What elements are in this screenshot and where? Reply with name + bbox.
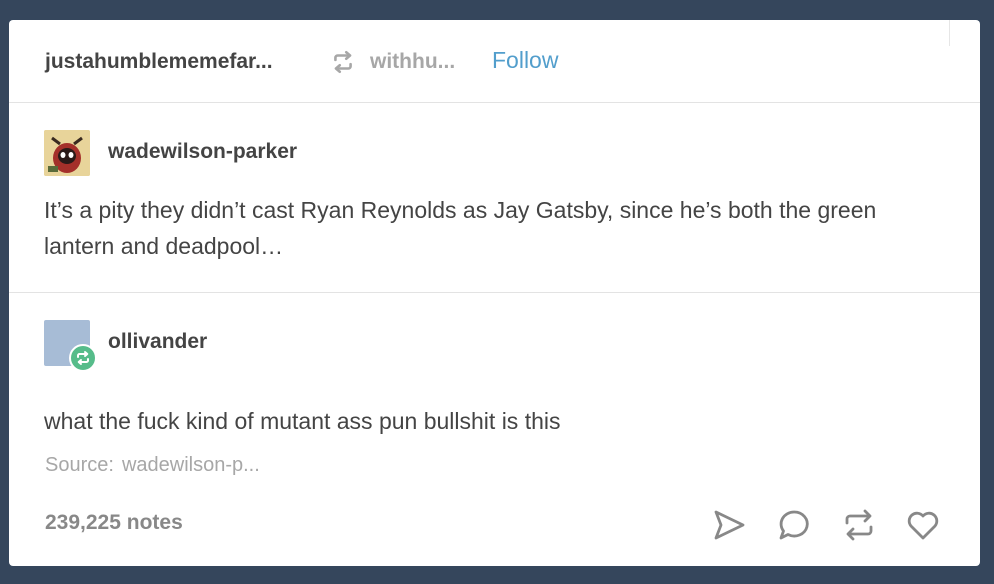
trail-username[interactable]: ollivander (108, 330, 207, 354)
source-link[interactable]: wadewilson-p... (122, 454, 260, 476)
source-line: Source: wadewilson-p... (45, 454, 260, 477)
reblog-icon (334, 50, 352, 74)
blog-name-link[interactable]: justahumblememefar... (45, 50, 273, 74)
reblogged-from-link[interactable]: withhu... (370, 50, 455, 74)
reblog-badge-icon (69, 344, 97, 372)
post-header: justahumblememefar... withhu... Follow (9, 20, 980, 103)
reblog-icon[interactable] (841, 507, 877, 543)
like-icon[interactable] (905, 507, 941, 543)
reply-icon[interactable] (776, 507, 812, 543)
follow-button[interactable]: Follow (492, 47, 558, 74)
header-divider (949, 20, 950, 46)
share-icon[interactable] (711, 507, 747, 543)
notes-count[interactable]: 239,225 notes (45, 511, 183, 535)
source-label: Source: (45, 454, 114, 476)
trail-body-text: It’s a pity they didn’t cast Ryan Reynol… (44, 197, 877, 259)
deadpool-avatar-image (44, 130, 90, 176)
trail-username[interactable]: wadewilson-parker (108, 140, 297, 164)
trail-item: wadewilson-parker It’s a pity they didn’… (9, 103, 980, 293)
post-card: justahumblememefar... withhu... Follow w… (9, 20, 980, 566)
avatar[interactable] (44, 130, 90, 176)
trail-body-text: what the fuck kind of mutant ass pun bul… (44, 408, 561, 434)
